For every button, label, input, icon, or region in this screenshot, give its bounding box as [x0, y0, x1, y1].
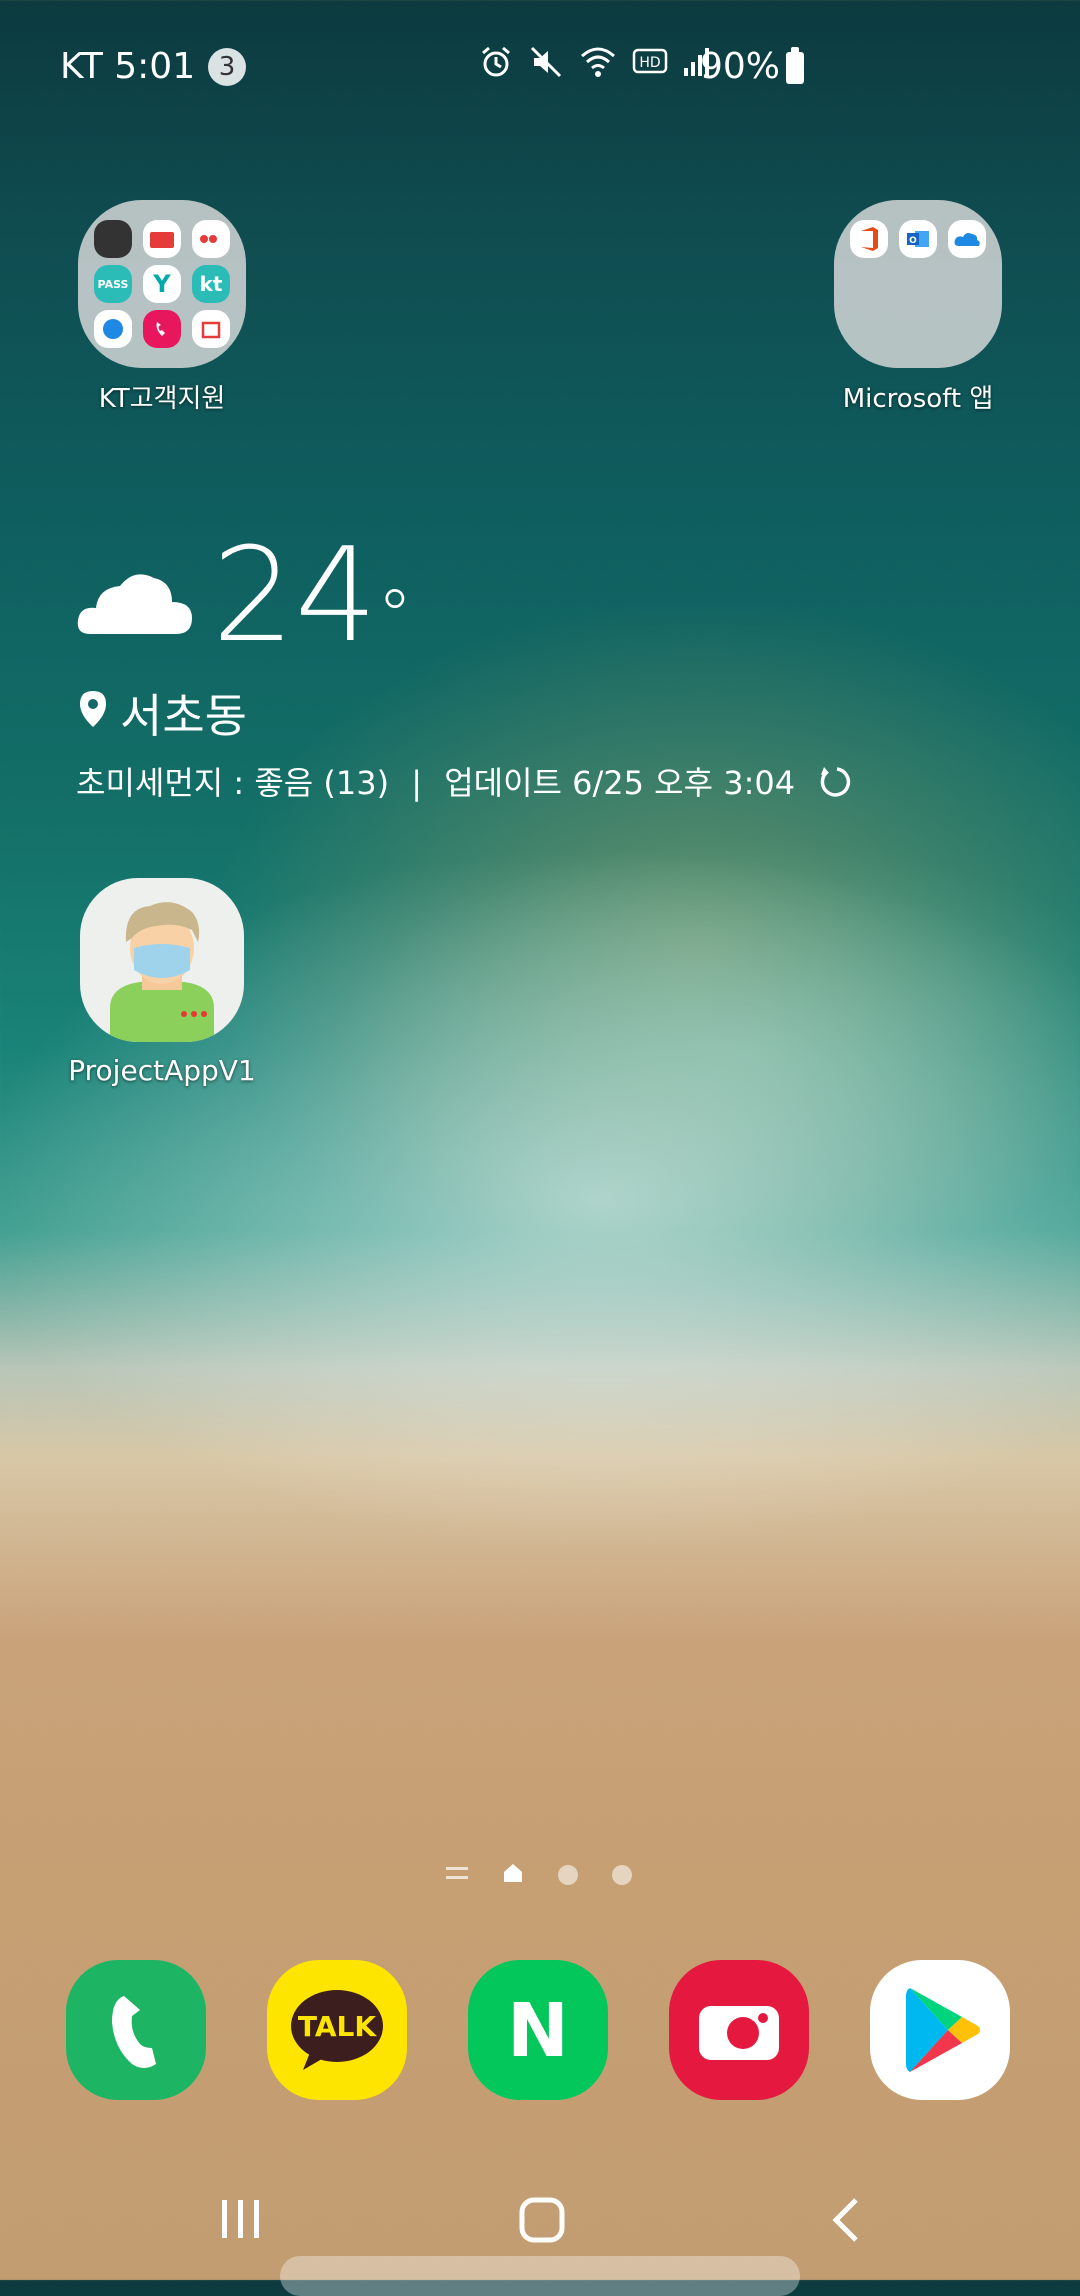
project-app-icon[interactable] [80, 878, 244, 1042]
kakaotalk-app-icon[interactable]: TALK [267, 1960, 407, 2100]
location[interactable]: 서초동 [78, 680, 247, 746]
shield-app-icon [94, 310, 132, 348]
notification-count-badge: 3 [208, 48, 246, 86]
location-name: 서초동 [120, 689, 247, 743]
divider: | [411, 764, 423, 802]
page-dot[interactable] [558, 1865, 578, 1885]
back-button[interactable] [826, 2196, 866, 2248]
page-indicator [446, 1862, 632, 1888]
home-button[interactable] [518, 2196, 566, 2248]
battery-percent: 90% [700, 46, 781, 87]
pass-app-icon: PASS [94, 265, 132, 303]
alarm-icon [478, 44, 514, 80]
camera-app-icon[interactable] [669, 1960, 809, 2100]
office-app-icon [850, 220, 888, 258]
battery-icon [786, 47, 804, 84]
folder-kt-support[interactable]: PASS Y kt [78, 200, 246, 368]
kakaotalk-label: TALK [298, 2010, 377, 2043]
call-app-icon [143, 310, 181, 348]
weather-details[interactable]: 초미세먼지 : 좋음 (13) | 업데이트 6/25 오후 3:04 [76, 758, 853, 808]
naver-label: N [507, 1988, 569, 2074]
y-app-icon: Y [143, 265, 181, 303]
cloud-icon[interactable] [76, 564, 196, 640]
status-bar: KT 5:01 3 HD 90% [0, 40, 1080, 100]
naver-app-icon[interactable]: N [468, 1960, 608, 2100]
mail-app-icon [143, 220, 181, 258]
mute-icon [528, 44, 564, 80]
kt-app-icon: kt [192, 265, 230, 303]
home-page-icon[interactable] [502, 1862, 524, 1888]
outlook-app-icon: O [899, 220, 937, 258]
wifi-icon [578, 44, 618, 80]
update-time: 업데이트 6/25 오후 3:04 [444, 764, 796, 802]
folder-microsoft[interactable]: O [834, 200, 1002, 368]
box-app-icon [192, 310, 230, 348]
clock: KT 5:01 [60, 46, 196, 87]
menu-page-icon[interactable] [446, 1864, 468, 1886]
location-pin-icon [78, 686, 108, 740]
svg-text:O: O [909, 236, 917, 246]
gesture-handle[interactable] [280, 2256, 800, 2296]
refresh-icon[interactable] [817, 764, 853, 808]
temperature[interactable]: 24° [212, 530, 412, 681]
fine-dust-text: 초미세먼지 : 좋음 (13) [76, 764, 390, 802]
calculator-app-icon [94, 220, 132, 258]
recent-apps-button[interactable] [218, 2196, 264, 2246]
folder-microsoft-label: Microsoft 앱 [842, 384, 994, 414]
onedrive-app-icon [948, 220, 986, 258]
project-app-label: ProjectAppV1 [68, 1054, 256, 1087]
phone-app-icon[interactable] [66, 1960, 206, 2100]
kt-service-app-icon [192, 220, 230, 258]
play-store-app-icon[interactable] [870, 1960, 1010, 2100]
status-icons: HD [478, 44, 712, 80]
svg-text:HD: HD [639, 55, 660, 71]
folder-kt-support-label: KT고객지원 [98, 384, 226, 414]
page-dot[interactable] [612, 1865, 632, 1885]
hd-icon: HD [632, 47, 668, 77]
